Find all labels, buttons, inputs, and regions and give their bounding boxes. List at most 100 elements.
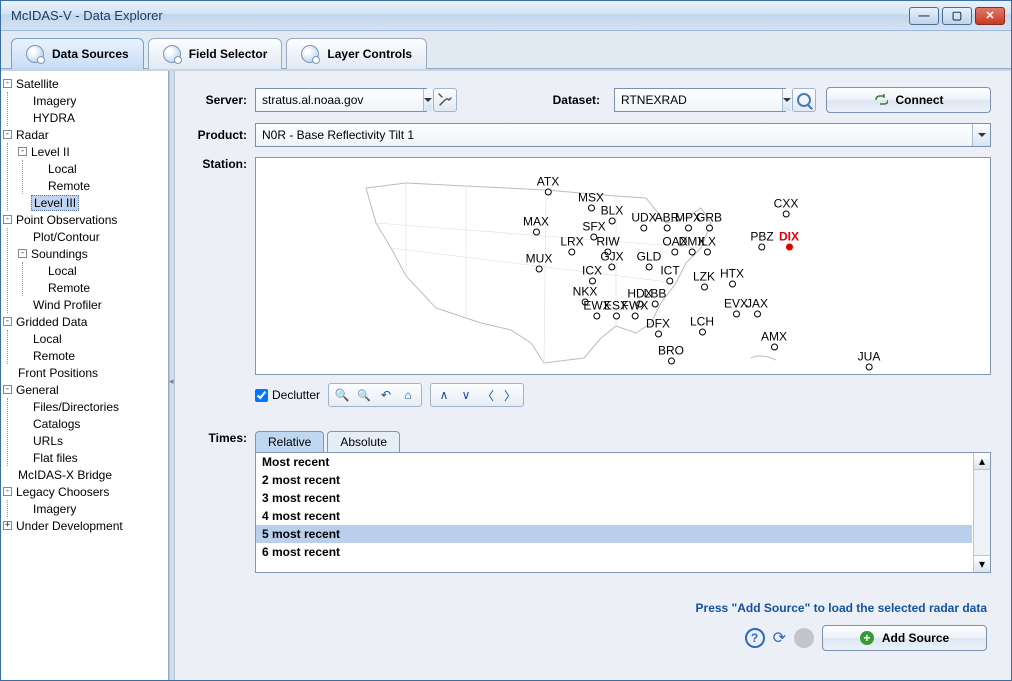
product-combo[interactable] xyxy=(255,123,991,147)
maximize-button[interactable]: ▢ xyxy=(942,7,972,25)
tree-satellite[interactable]: Satellite xyxy=(16,77,59,91)
tree-leg-imagery[interactable]: Imagery xyxy=(33,502,76,516)
help-icon[interactable]: ? xyxy=(745,628,765,648)
station-GJX[interactable]: GJX xyxy=(600,252,623,271)
times-item[interactable]: 3 most recent xyxy=(256,489,972,507)
minimize-button[interactable]: — xyxy=(909,7,939,25)
pan-left-icon[interactable]: 〈 xyxy=(479,386,497,404)
station-CXX[interactable]: CXX xyxy=(774,199,799,218)
times-item[interactable]: 2 most recent xyxy=(256,471,972,489)
station-LZK[interactable]: LZK xyxy=(693,272,715,291)
product-input[interactable] xyxy=(256,124,972,146)
tree-front[interactable]: Front Positions xyxy=(18,366,98,380)
tab-data-sources[interactable]: Data Sources xyxy=(11,38,144,69)
tree-level2[interactable]: Level II xyxy=(31,145,70,159)
chevron-down-icon[interactable] xyxy=(782,89,791,111)
tree-toggle[interactable]: - xyxy=(18,147,27,156)
tree-toggle[interactable]: - xyxy=(3,487,12,496)
tree-toggle[interactable]: - xyxy=(3,130,12,139)
station-JUA[interactable]: JUA xyxy=(858,352,881,371)
times-item[interactable]: Most recent xyxy=(256,453,972,471)
scrollbar[interactable]: ▴ ▾ xyxy=(973,453,990,572)
tree-soundings[interactable]: Soundings xyxy=(31,247,88,261)
times-item[interactable]: 6 most recent xyxy=(256,543,972,561)
tree-urls[interactable]: URLs xyxy=(33,434,63,448)
tree-underdev[interactable]: Under Development xyxy=(16,519,123,533)
station-HTX[interactable]: HTX xyxy=(720,269,744,288)
tree-gridded[interactable]: Gridded Data xyxy=(16,315,87,329)
station-UDX[interactable]: UDX xyxy=(631,213,656,232)
add-source-button[interactable]: + Add Source xyxy=(822,625,987,651)
tree-snd-local[interactable]: Local xyxy=(48,264,77,278)
station-EVX[interactable]: EVX xyxy=(724,299,748,318)
station-GLD[interactable]: GLD xyxy=(637,252,662,271)
titlebar[interactable]: McIDAS-V - Data Explorer — ▢ ✕ xyxy=(1,1,1011,31)
splitter[interactable] xyxy=(169,71,175,680)
server-manage-button[interactable] xyxy=(433,88,457,112)
tree-level3[interactable]: Level III xyxy=(31,195,79,211)
tree-radar[interactable]: Radar xyxy=(16,128,49,142)
station-LRX[interactable]: LRX xyxy=(560,237,583,256)
pan-down-icon[interactable]: ∨ xyxy=(457,386,475,404)
station-ICT[interactable]: ICT xyxy=(660,266,679,285)
tree-catalogs[interactable]: Catalogs xyxy=(33,417,80,431)
pan-right-icon[interactable]: 〉 xyxy=(501,386,519,404)
tab-times-absolute[interactable]: Absolute xyxy=(327,431,400,452)
station-DIX[interactable]: DIX xyxy=(779,232,799,251)
tab-times-relative[interactable]: Relative xyxy=(255,431,324,452)
tree-toggle[interactable]: - xyxy=(3,215,12,224)
tree-windprofiler[interactable]: Wind Profiler xyxy=(33,298,102,312)
tree-legacy[interactable]: Legacy Choosers xyxy=(16,485,109,499)
tab-field-selector[interactable]: Field Selector xyxy=(148,38,283,69)
station-BRO[interactable]: BRO xyxy=(658,346,684,365)
declutter-input[interactable] xyxy=(255,389,268,402)
times-item[interactable]: 5 most recent xyxy=(256,525,972,543)
station-MUX[interactable]: MUX xyxy=(526,254,553,273)
tree-l2-local[interactable]: Local xyxy=(48,162,77,176)
station-ATX[interactable]: ATX xyxy=(537,177,559,196)
tree-toggle[interactable]: - xyxy=(3,385,12,394)
tree-files[interactable]: Files/Directories xyxy=(33,400,119,414)
station-map[interactable]: ATXMSXBLXMAXSFXUDXABRMPXGRBLRXRIWOAXDMXI… xyxy=(255,157,991,375)
declutter-checkbox[interactable]: Declutter xyxy=(255,388,320,402)
refresh-icon[interactable]: ⟳ xyxy=(773,628,786,648)
station-FWX[interactable]: FWX xyxy=(622,301,649,320)
station-GRB[interactable]: GRB xyxy=(696,213,722,232)
tree-toggle[interactable]: - xyxy=(3,317,12,326)
tree-pointobs[interactable]: Point Observations xyxy=(16,213,117,227)
connect-button[interactable]: Connect xyxy=(826,87,991,113)
tree-toggle[interactable]: + xyxy=(3,521,12,530)
tree-grid-remote[interactable]: Remote xyxy=(33,349,75,363)
tree-toggle[interactable]: - xyxy=(18,249,27,258)
station-ILX[interactable]: ILX xyxy=(698,237,716,256)
server-input[interactable] xyxy=(256,89,423,111)
station-DFX[interactable]: DFX xyxy=(646,319,670,338)
close-button[interactable]: ✕ xyxy=(975,7,1005,25)
station-AMX[interactable]: AMX xyxy=(761,332,787,351)
station-PBZ[interactable]: PBZ xyxy=(750,232,773,251)
server-combo[interactable] xyxy=(255,88,427,112)
zoom-out-icon[interactable]: 🔍 xyxy=(355,386,373,404)
tree-hydra[interactable]: HYDRA xyxy=(33,111,75,125)
tree-grid-local[interactable]: Local xyxy=(33,332,62,346)
tree-plotcontour[interactable]: Plot/Contour xyxy=(33,230,100,244)
station-LCH[interactable]: LCH xyxy=(690,317,714,336)
times-item[interactable]: 4 most recent xyxy=(256,507,972,525)
tree-snd-remote[interactable]: Remote xyxy=(48,281,90,295)
tree-l2-remote[interactable]: Remote xyxy=(48,179,90,193)
station-JAX[interactable]: JAX xyxy=(746,299,768,318)
dataset-browse-button[interactable] xyxy=(792,88,816,112)
station-ICX[interactable]: ICX xyxy=(582,266,602,285)
dataset-combo[interactable] xyxy=(614,88,786,112)
chooser-tree[interactable]: -Satellite Imagery HYDRA -Radar -Level I… xyxy=(1,71,169,680)
station-MAX[interactable]: MAX xyxy=(523,217,549,236)
times-list[interactable]: Most recent2 most recent3 most recent4 m… xyxy=(255,453,991,573)
tree-imagery[interactable]: Imagery xyxy=(33,94,76,108)
dataset-input[interactable] xyxy=(615,89,782,111)
pan-up-icon[interactable]: ∧ xyxy=(435,386,453,404)
undo-icon[interactable]: ↶ xyxy=(377,386,395,404)
home-icon[interactable]: ⌂ xyxy=(399,386,417,404)
chevron-down-icon[interactable] xyxy=(972,124,990,146)
zoom-in-icon[interactable]: 🔍 xyxy=(333,386,351,404)
tree-toggle[interactable]: - xyxy=(3,79,12,88)
